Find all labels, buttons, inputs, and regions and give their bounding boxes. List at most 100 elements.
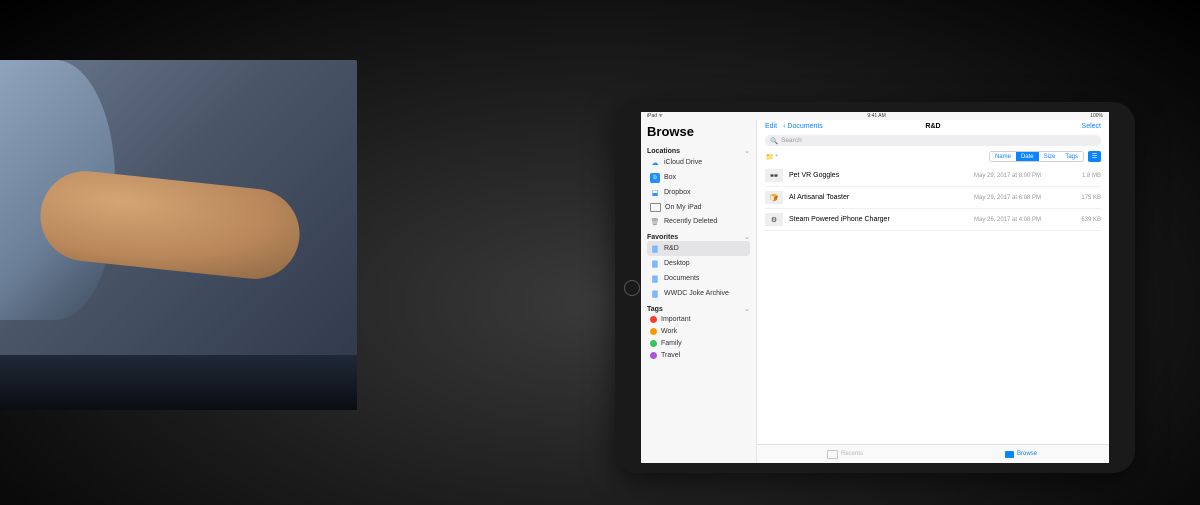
sidebar-item-label: R&D xyxy=(664,245,679,252)
favorites-label: Favorites xyxy=(647,234,678,241)
file-row[interactable]: 🍞 AI Artisanal Toaster May 29, 2017 at 6… xyxy=(765,187,1101,209)
sidebar-item-label: Travel xyxy=(661,352,680,359)
sidebar-tag-family[interactable]: Family xyxy=(647,337,750,349)
dropbox-icon: ⬓ xyxy=(650,188,660,198)
presenter-table xyxy=(0,355,357,410)
file-list: 🕶 Pet VR Goggles May 29, 2017 at 8:00 PM… xyxy=(757,165,1109,444)
search-placeholder: Search xyxy=(781,137,802,144)
tags-label: Tags xyxy=(647,306,663,313)
file-thumbnail: ⚙ xyxy=(765,213,783,226)
sidebar-item-label: iCloud Drive xyxy=(664,159,702,166)
sidebar-item-documents[interactable]: ▇ Documents xyxy=(647,271,750,286)
sidebar-item-box[interactable]: b Box xyxy=(647,170,750,185)
tag-dot-icon xyxy=(650,316,657,323)
favorites-header[interactable]: Favorites ⌄ xyxy=(647,233,750,241)
tab-label: Recents xyxy=(841,451,863,457)
sidebar-item-label: On My iPad xyxy=(665,204,702,211)
toolbar: 📁⁺ Name Date Size Tags ☰ xyxy=(757,148,1109,165)
sort-date[interactable]: Date xyxy=(1016,152,1039,161)
sidebar-item-label: Box xyxy=(664,174,676,181)
new-folder-button[interactable]: 📁⁺ xyxy=(765,151,779,162)
tag-dot-icon xyxy=(650,352,657,359)
ipad-screen: iPad ᯤ 9:41 AM 100% Browse Locations ⌄ ☁… xyxy=(641,112,1109,463)
sort-tags[interactable]: Tags xyxy=(1060,152,1083,161)
status-carrier: iPad ᯤ xyxy=(647,113,663,119)
sidebar-tag-travel[interactable]: Travel xyxy=(647,349,750,361)
sidebar-item-recentlydeleted[interactable]: 🗑 Recently Deleted xyxy=(647,214,750,229)
ipad-icon xyxy=(650,203,661,212)
sidebar-item-label: Important xyxy=(661,316,691,323)
status-time: 9:41 AM xyxy=(867,113,885,119)
nav-bar: Edit ‹Documents R&D Select xyxy=(757,120,1109,133)
file-name: AI Artisanal Toaster xyxy=(789,194,974,201)
sort-size[interactable]: Size xyxy=(1039,152,1061,161)
sidebar-item-jokearchive[interactable]: ▇WWDC Joke Archive xyxy=(647,286,750,301)
cloud-icon: ☁ xyxy=(650,158,660,168)
status-battery: 100% xyxy=(1090,113,1103,119)
chevron-left-icon: ‹ xyxy=(783,123,785,130)
sidebar-item-label: Dropbox xyxy=(664,189,690,196)
sidebar-item-desktop[interactable]: ▇ Desktop xyxy=(647,256,750,271)
folder-icon: ▇ xyxy=(650,244,660,254)
sidebar-item-rd[interactable]: ▇ R&D xyxy=(647,241,750,256)
file-name: Pet VR Goggles xyxy=(789,172,974,179)
tab-bar: Recents Browse xyxy=(757,444,1109,463)
select-button[interactable]: Select xyxy=(1082,123,1101,130)
search-input[interactable]: 🔍 Search xyxy=(765,135,1101,146)
files-app: Browse Locations ⌄ ☁ iCloud Drive b Box ⬓ D… xyxy=(641,120,1109,463)
file-thumbnail: 🍞 xyxy=(765,191,783,204)
file-thumbnail: 🕶 xyxy=(765,169,783,182)
sidebar-item-label: Documents xyxy=(664,275,699,282)
locations-label: Locations xyxy=(647,148,680,155)
back-label: Documents xyxy=(787,123,822,130)
view-list-button[interactable]: ☰ xyxy=(1088,151,1101,162)
sidebar-item-label: Family xyxy=(661,340,682,347)
file-row[interactable]: 🕶 Pet VR Goggles May 29, 2017 at 8:00 PM… xyxy=(765,165,1101,187)
sidebar-item-dropbox[interactable]: ⬓ Dropbox xyxy=(647,185,750,200)
folder-icon: ▇ xyxy=(650,259,660,269)
file-date: May 29, 2017 at 8:00 PM xyxy=(974,173,1069,179)
new-folder-icon: 📁⁺ xyxy=(766,153,778,161)
tags-header[interactable]: Tags ⌄ xyxy=(647,305,750,313)
file-size: 1.8 MB xyxy=(1069,173,1101,179)
clock-icon xyxy=(827,450,838,459)
sidebar-tag-work[interactable]: Work xyxy=(647,325,750,337)
sort-and-view: Name Date Size Tags ☰ xyxy=(989,151,1101,162)
box-icon: b xyxy=(650,173,660,183)
chevron-down-icon: ⌄ xyxy=(744,147,750,155)
trash-icon: 🗑 xyxy=(650,217,660,227)
page-title: R&D xyxy=(925,123,940,130)
sidebar-item-label: Work xyxy=(661,328,677,335)
sidebar-item-label: Desktop xyxy=(664,260,690,267)
folder-icon xyxy=(1005,451,1014,458)
sidebar-item-icloud[interactable]: ☁ iCloud Drive xyxy=(647,155,750,170)
ipad-device-frame: iPad ᯤ 9:41 AM 100% Browse Locations ⌄ ☁… xyxy=(615,102,1135,473)
sidebar-tag-important[interactable]: Important xyxy=(647,313,750,325)
folder-icon: ▇ xyxy=(650,274,660,284)
tab-label: Browse xyxy=(1017,451,1037,457)
search-icon: 🔍 xyxy=(770,137,778,145)
edit-button[interactable]: Edit xyxy=(765,123,777,130)
file-name: Steam Powered iPhone Charger xyxy=(789,216,974,223)
locations-header[interactable]: Locations ⌄ xyxy=(647,147,750,155)
file-size: 175 KB xyxy=(1069,195,1101,201)
sidebar-item-label: Recently Deleted xyxy=(664,218,717,225)
sidebar-item-onmyipad[interactable]: On My iPad xyxy=(647,200,750,214)
tag-dot-icon xyxy=(650,328,657,335)
sort-name[interactable]: Name xyxy=(990,152,1016,161)
home-button[interactable] xyxy=(624,280,640,296)
sidebar-item-label: WWDC Joke Archive xyxy=(664,290,729,297)
file-date: May 29, 2017 at 6:08 PM xyxy=(974,195,1069,201)
tab-recents[interactable]: Recents xyxy=(757,445,933,463)
chevron-down-icon: ⌄ xyxy=(744,305,750,313)
main-pane: Edit ‹Documents R&D Select 🔍 Search 📁⁺ N… xyxy=(756,120,1109,463)
back-button[interactable]: ‹Documents xyxy=(783,123,823,130)
status-bar: iPad ᯤ 9:41 AM 100% xyxy=(641,112,1109,120)
sidebar-title: Browse xyxy=(647,124,750,139)
sidebar: Browse Locations ⌄ ☁ iCloud Drive b Box ⬓ D… xyxy=(641,120,756,463)
tab-browse[interactable]: Browse xyxy=(933,445,1109,463)
file-size: 639 KB xyxy=(1069,217,1101,223)
sort-segmented-control[interactable]: Name Date Size Tags xyxy=(989,151,1084,162)
file-date: May 26, 2017 at 4:08 PM xyxy=(974,217,1069,223)
file-row[interactable]: ⚙ Steam Powered iPhone Charger May 26, 2… xyxy=(765,209,1101,231)
